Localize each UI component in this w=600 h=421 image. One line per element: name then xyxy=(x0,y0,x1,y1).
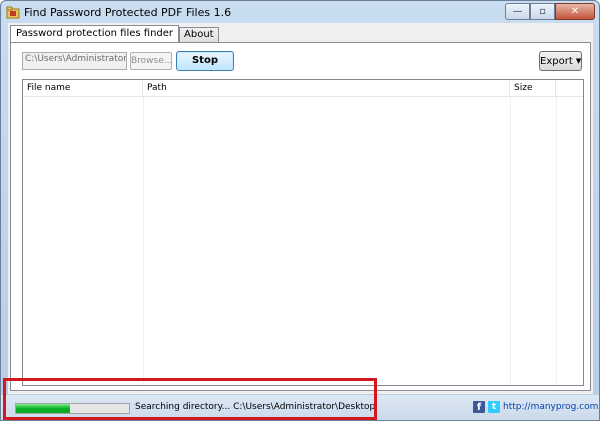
column-divider xyxy=(143,97,144,385)
window-title: Find Password Protected PDF Files 1.6 xyxy=(24,6,232,19)
twitter-icon[interactable]: t xyxy=(488,401,500,413)
results-table[interactable]: File name Path Size xyxy=(22,79,584,386)
client-area: Password protection files finder About C… xyxy=(8,23,593,394)
table-header: File name Path Size xyxy=(23,80,583,97)
column-divider xyxy=(556,97,557,385)
facebook-icon[interactable]: f xyxy=(473,401,485,413)
tab-strip: Password protection files finder About xyxy=(10,25,219,43)
browse-button[interactable]: Browse... xyxy=(130,52,172,70)
maximize-button[interactable]: ▫ xyxy=(530,3,555,20)
close-button[interactable]: ✕ xyxy=(555,3,595,20)
minimize-icon: — xyxy=(512,6,523,17)
tab-password-finder[interactable]: Password protection files finder xyxy=(10,25,180,43)
search-progress-bar xyxy=(15,403,130,414)
app-folder-icon xyxy=(6,6,20,19)
export-label: Export xyxy=(540,56,573,67)
tab-about[interactable]: About xyxy=(179,27,219,43)
app-window: Find Password Protected PDF Files 1.6 — … xyxy=(0,0,600,421)
status-text: Searching directory... C:\Users\Administ… xyxy=(135,402,376,412)
status-bar: Searching directory... C:\Users\Administ… xyxy=(1,395,599,420)
progress-fill xyxy=(16,404,71,413)
chevron-down-icon: ▼ xyxy=(575,57,582,65)
directory-path-input[interactable]: C:\Users\Administrator\Desktop xyxy=(22,52,127,70)
column-header-path[interactable]: Path xyxy=(143,80,510,96)
website-link[interactable]: http://manyprog.com xyxy=(503,402,598,412)
column-header-size[interactable]: Size xyxy=(510,80,556,96)
export-button[interactable]: Export ▼ xyxy=(539,51,582,71)
column-header-file-name[interactable]: File name xyxy=(23,80,143,96)
finder-panel: C:\Users\Administrator\Desktop Browse...… xyxy=(10,42,591,391)
window-controls: — ▫ ✕ xyxy=(505,3,595,21)
column-divider xyxy=(510,97,511,385)
close-icon: ✕ xyxy=(570,6,580,17)
minimize-button[interactable]: — xyxy=(505,3,530,20)
maximize-icon: ▫ xyxy=(539,6,546,17)
title-bar[interactable]: Find Password Protected PDF Files 1.6 — … xyxy=(1,1,599,23)
stop-button[interactable]: Stop xyxy=(176,51,234,71)
